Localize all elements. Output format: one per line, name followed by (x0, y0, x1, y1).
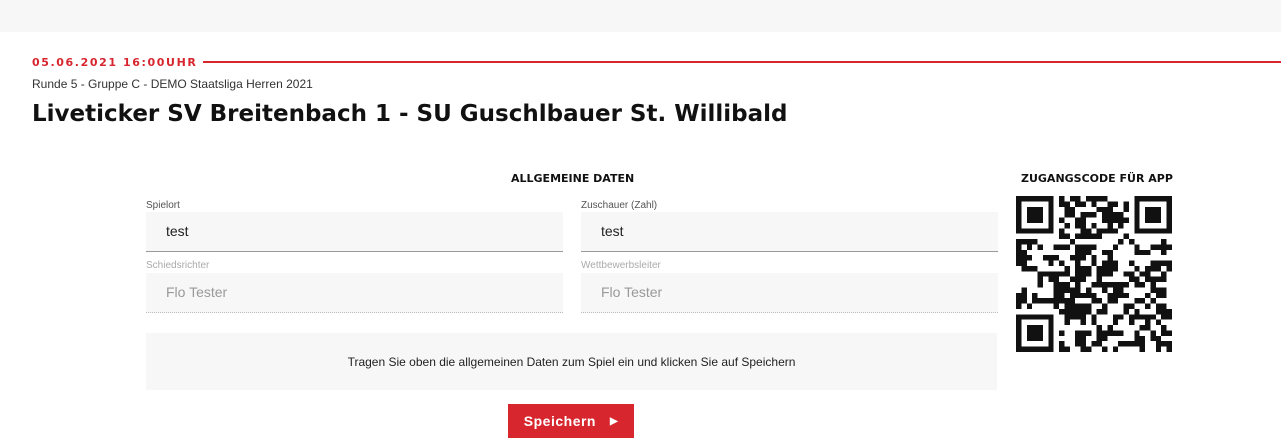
info-text: Tragen Sie oben die allgemeinen Daten zu… (347, 354, 796, 369)
play-arrow-icon: ▶ (610, 415, 619, 427)
spectators-label: Zuschauer (Zahl) (581, 200, 658, 211)
referee-label: Schiedsrichter (146, 260, 210, 271)
save-button[interactable]: Speichern ▶ (508, 404, 634, 438)
info-box: Tragen Sie oben die allgemeinen Daten zu… (146, 333, 997, 390)
date-divider (203, 61, 1281, 63)
match-subtitle: Runde 5 - Gruppe C - DEMO Staatsliga Her… (32, 77, 313, 91)
top-bar (0, 0, 1281, 32)
referee-input: Flo Tester (146, 273, 563, 313)
match-datetime: 05.06.2021 16:00UHR (32, 55, 198, 69)
page-title: Liveticker SV Breitenbach 1 - SU Guschlb… (32, 101, 788, 127)
match-date-line: 05.06.2021 16:00UHR (32, 55, 1281, 69)
venue-label: Spielort (146, 200, 180, 211)
venue-input[interactable]: test (146, 212, 563, 252)
general-data-heading: ALLGEMEINE DATEN (511, 172, 635, 185)
spectators-input[interactable]: test (581, 212, 998, 252)
app-code-heading: ZUGANGSCODE FÜR APP (1021, 172, 1173, 185)
save-button-label: Speichern (523, 413, 596, 429)
competition-manager-input: Flo Tester (581, 273, 998, 313)
competition-manager-label: Wettbewerbsleiter (581, 260, 661, 271)
qr-code-icon (1016, 196, 1172, 352)
